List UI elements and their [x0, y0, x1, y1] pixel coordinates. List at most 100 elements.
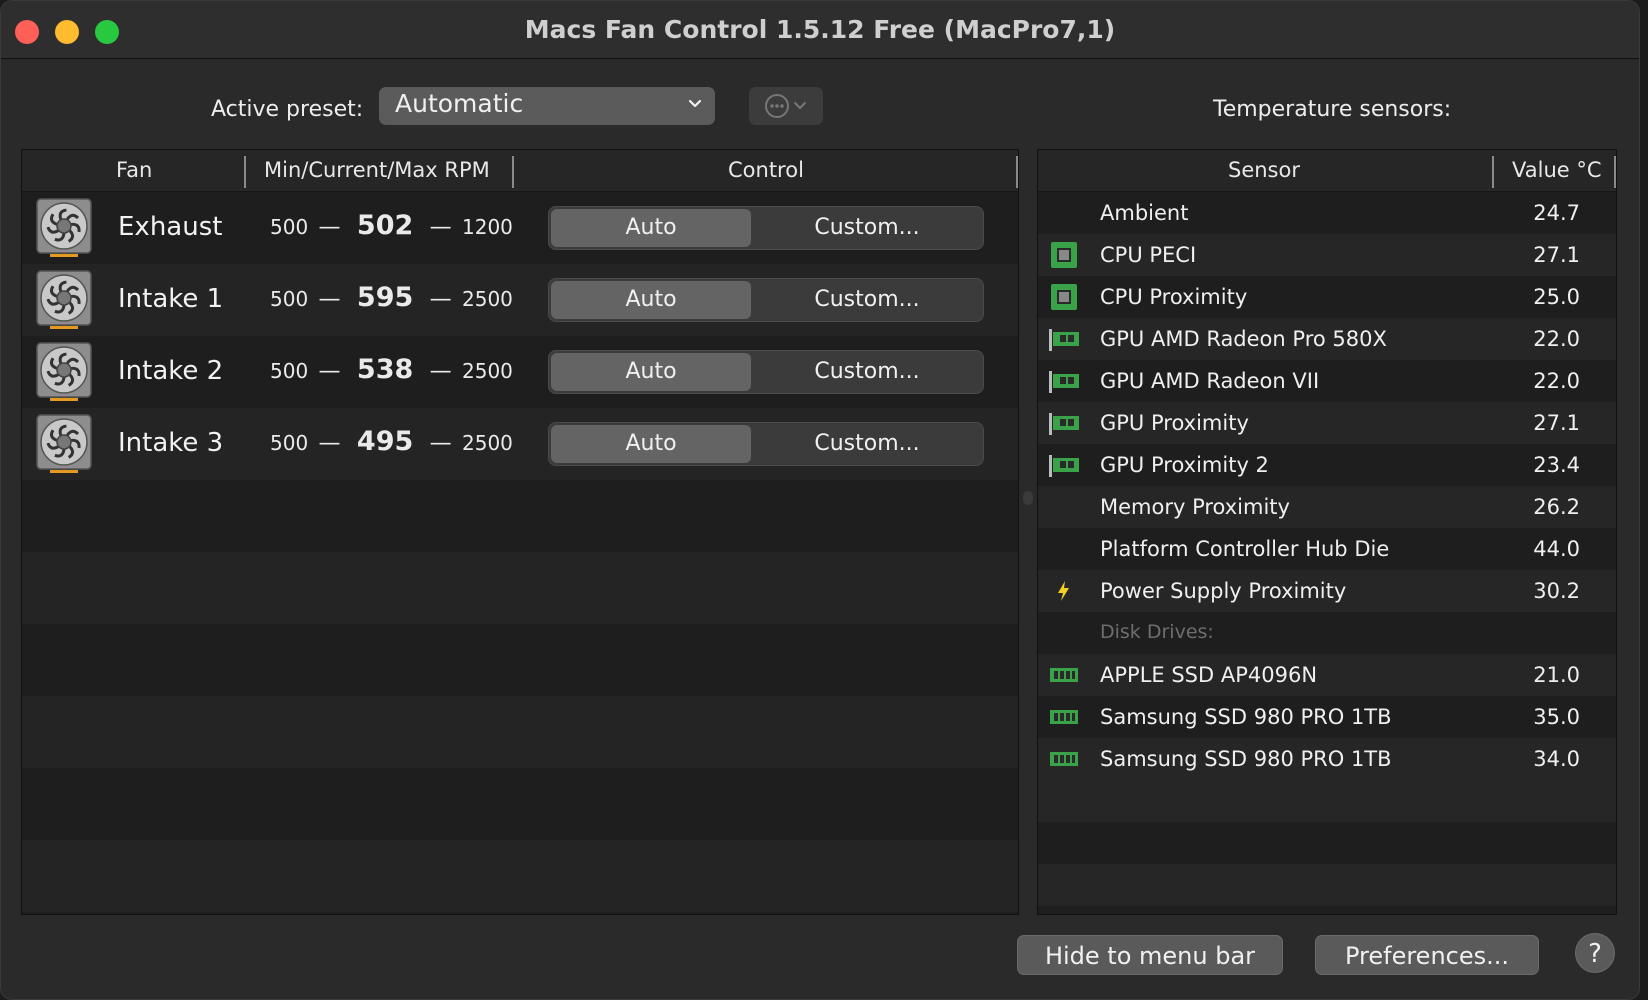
custom-control-button[interactable]: Custom...	[751, 281, 983, 319]
sensor-name: Samsung SSD 980 PRO 1TB	[1100, 747, 1392, 771]
fan-icon	[36, 198, 92, 257]
empty-row	[22, 480, 1018, 552]
fan-control-segmented: Auto Custom...	[548, 422, 984, 466]
column-separator[interactable]	[1016, 156, 1018, 188]
fan-rpm-min: 500	[270, 215, 309, 239]
chevron-down-icon	[688, 99, 702, 108]
fan-icon	[36, 342, 92, 401]
fan-row: Intake 2 500 — 538 — 2500 Auto Custom...	[22, 336, 1018, 408]
column-header-sensor[interactable]: Sensor	[1228, 158, 1300, 182]
auto-control-button[interactable]: Auto	[551, 425, 751, 463]
fan-icon	[36, 414, 92, 473]
preferences-button[interactable]: Preferences...	[1315, 935, 1539, 975]
auto-control-button[interactable]: Auto	[551, 353, 751, 391]
fan-rpm: 500 — 495 — 2500	[270, 426, 513, 457]
fan-name: Intake 2	[118, 356, 224, 386]
app-window: Macs Fan Control 1.5.12 Free (MacPro7,1)…	[0, 0, 1640, 1000]
fan-control-segmented: Auto Custom...	[548, 350, 984, 394]
cpu-chip-icon	[1051, 284, 1077, 310]
fan-rpm-max: 2500	[462, 287, 513, 311]
column-separator[interactable]	[512, 156, 514, 188]
sensor-row[interactable]: GPU Proximity 27.1	[1038, 402, 1616, 444]
column-header-value[interactable]: Value °C	[1512, 158, 1602, 182]
ssd-icon	[1050, 710, 1078, 724]
sensor-row[interactable]: GPU AMD Radeon VII 22.0	[1038, 360, 1616, 402]
ssd-icon	[1050, 752, 1078, 766]
sensor-value: 23.4	[1533, 453, 1580, 477]
sensor-value: 22.0	[1533, 369, 1580, 393]
fan-rpm-current: 595	[356, 282, 414, 313]
empty-row	[1038, 822, 1616, 864]
preset-value: Automatic	[395, 89, 524, 118]
sensor-name: GPU AMD Radeon Pro 580X	[1100, 327, 1387, 351]
empty-row	[1038, 780, 1616, 822]
rpm-dash: —	[429, 287, 452, 312]
fan-control-segmented: Auto Custom...	[548, 278, 984, 322]
help-button[interactable]: ?	[1575, 933, 1615, 973]
sensor-value: 44.0	[1533, 537, 1580, 561]
sensor-row[interactable]: Platform Controller Hub Die 44.0	[1038, 528, 1616, 570]
preset-actions-menu[interactable]	[749, 87, 823, 125]
column-separator[interactable]	[244, 156, 246, 188]
sensor-name: Power Supply Proximity	[1100, 579, 1347, 603]
column-header-control[interactable]: Control	[728, 158, 804, 182]
empty-row	[22, 696, 1018, 768]
temperature-sensors-title: Temperature sensors:	[1213, 97, 1452, 122]
hide-to-menu-bar-button[interactable]: Hide to menu bar	[1017, 935, 1283, 975]
sensor-row[interactable]: GPU Proximity 2 23.4	[1038, 444, 1616, 486]
fan-control-segmented: Auto Custom...	[548, 206, 984, 250]
sensor-group-label: Disk Drives:	[1100, 621, 1214, 643]
sensor-name: GPU Proximity 2	[1100, 453, 1269, 477]
sensor-row[interactable]: Ambient 24.7	[1038, 192, 1616, 234]
title-bar: Macs Fan Control 1.5.12 Free (MacPro7,1)	[1, 1, 1639, 59]
column-header-fan[interactable]: Fan	[116, 158, 152, 182]
cpu-chip-icon	[1051, 242, 1077, 268]
gpu-card-icon	[1049, 371, 1079, 393]
sensor-row[interactable]: CPU PECI 27.1	[1038, 234, 1616, 276]
empty-row	[22, 768, 1018, 840]
sensor-row[interactable]: CPU Proximity 25.0	[1038, 276, 1616, 318]
custom-control-button[interactable]: Custom...	[751, 353, 983, 391]
custom-control-button[interactable]: Custom...	[751, 209, 983, 247]
column-separator[interactable]	[1492, 156, 1494, 188]
custom-control-button[interactable]: Custom...	[751, 425, 983, 463]
fan-rpm-min: 500	[270, 287, 309, 311]
fan-rpm-max: 2500	[462, 431, 513, 455]
rpm-dash: —	[429, 431, 452, 456]
fan-rpm-current: 538	[356, 354, 414, 385]
fan-rpm: 500 — 595 — 2500	[270, 282, 513, 313]
gpu-card-icon	[1049, 329, 1079, 351]
auto-control-button[interactable]: Auto	[551, 281, 751, 319]
rpm-dash: —	[318, 287, 341, 312]
sensor-value: 30.2	[1533, 579, 1580, 603]
panel-splitter[interactable]	[1023, 491, 1033, 505]
auto-control-button[interactable]: Auto	[551, 209, 751, 247]
sensor-row[interactable]: APPLE SSD AP4096N 21.0	[1038, 654, 1616, 696]
rpm-dash: —	[318, 431, 341, 456]
fan-name: Exhaust	[118, 212, 223, 242]
fan-rpm: 500 — 538 — 2500	[270, 354, 513, 385]
column-header-rpm[interactable]: Min/Current/Max RPM	[264, 158, 490, 182]
window-title: Macs Fan Control 1.5.12 Free (MacPro7,1)	[524, 15, 1116, 44]
sensor-name: Platform Controller Hub Die	[1100, 537, 1390, 561]
fan-table: Fan Min/Current/Max RPM Control Exhaust …	[21, 149, 1019, 915]
fan-icon	[36, 270, 92, 329]
fan-table-header: Fan Min/Current/Max RPM Control	[22, 150, 1018, 192]
sensor-value: 25.0	[1533, 285, 1580, 309]
fan-rpm-max: 1200	[462, 215, 513, 239]
rpm-dash: —	[429, 215, 452, 240]
sensor-value: 35.0	[1533, 705, 1580, 729]
sensor-table-header: Sensor Value °C	[1038, 150, 1616, 192]
sensor-row[interactable]: Samsung SSD 980 PRO 1TB 35.0	[1038, 696, 1616, 738]
sensor-row[interactable]: Power Supply Proximity 30.2	[1038, 570, 1616, 612]
sensor-row[interactable]: Samsung SSD 980 PRO 1TB 34.0	[1038, 738, 1616, 780]
empty-row	[22, 840, 1018, 912]
sensor-value: 27.1	[1533, 411, 1580, 435]
sensor-row[interactable]: Memory Proximity 26.2	[1038, 486, 1616, 528]
fan-row: Exhaust 500 — 502 — 1200 Auto Custom...	[22, 192, 1018, 264]
fan-rpm-current: 495	[356, 426, 414, 457]
column-separator[interactable]	[1614, 156, 1616, 188]
preset-dropdown[interactable]: Automatic	[379, 87, 715, 125]
fan-row: Intake 3 500 — 495 — 2500 Auto Custom...	[22, 408, 1018, 480]
sensor-row[interactable]: GPU AMD Radeon Pro 580X 22.0	[1038, 318, 1616, 360]
